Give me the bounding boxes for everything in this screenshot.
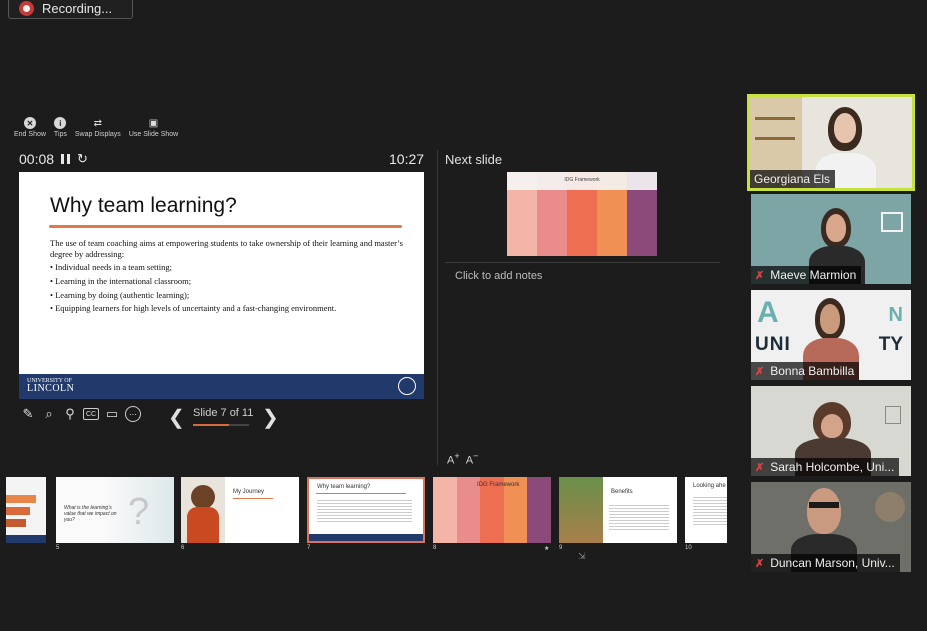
recording-indicator[interactable]: Recording... <box>8 0 133 19</box>
mouse-cursor-icon: ⇲ <box>578 551 586 561</box>
notes-font-controls: A+ A− <box>447 451 478 467</box>
participant-name: Georgiana Els <box>750 170 836 188</box>
slide-intro: The use of team coaching aims at empower… <box>50 238 403 259</box>
next-slide-label: Next slide <box>445 152 503 167</box>
slide-thumbnail[interactable] <box>6 477 46 543</box>
slide-indicator: Slide 7 of 11 <box>193 407 254 419</box>
participant-tile[interactable]: A N UNI TY ✗ Bonna Bambilla <box>751 290 911 380</box>
use-slide-show-button[interactable]: ▣ Use Slide Show <box>129 117 178 139</box>
next-slide-button[interactable]: ❯ <box>262 405 279 430</box>
bullet: Learning by doing (authentic learning); <box>50 290 405 301</box>
panel-divider[interactable] <box>437 150 438 465</box>
pause-icon[interactable] <box>61 154 71 164</box>
participant-name: ✗ Maeve Marmion <box>751 266 862 284</box>
slide-thumbnail-strip[interactable]: What is the learning’s value that we imp… <box>0 477 727 557</box>
more-options-icon[interactable]: ⋯ <box>125 406 141 422</box>
swap-icon: ⇄ <box>93 117 103 129</box>
slide-thumbnail-selected[interactable]: Why team learning? <box>307 477 425 543</box>
muted-icon: ✗ <box>755 269 765 282</box>
participant-name: ✗ Bonna Bambilla <box>751 362 860 380</box>
animation-star-icon: ★ <box>544 546 550 552</box>
increase-font-button[interactable]: A+ <box>447 451 460 467</box>
bullet: Equipping learners for high levels of un… <box>50 303 405 314</box>
slide-footer: UNIVERSITY OF LINCOLN <box>19 374 424 399</box>
muted-icon: ✗ <box>755 365 765 378</box>
title-underline <box>49 225 402 228</box>
slide-thumbnail[interactable]: My Journey <box>181 477 299 543</box>
next-slide-title: IDG Framework <box>564 177 600 183</box>
muted-icon: ✗ <box>755 461 765 474</box>
university-logo: UNIVERSITY OF LINCOLN <box>27 378 75 394</box>
elapsed-timer: 00:08 ↻ <box>19 151 88 167</box>
info-icon: i <box>54 117 67 129</box>
framework-column <box>527 477 551 543</box>
slide-thumbnail[interactable]: IDG Framework <box>433 477 551 543</box>
slideshow-icon: ▣ <box>148 117 159 129</box>
slide-thumbnail[interactable]: Looking ahe <box>685 477 727 543</box>
participant-tile[interactable]: ✗ Duncan Marson, Univ... <box>751 482 911 572</box>
muted-icon: ✗ <box>755 557 765 570</box>
current-slide: Why team learning? The use of team coach… <box>19 172 424 399</box>
recording-label: Recording... <box>42 0 113 16</box>
participant-name: ✗ Sarah Holcombe, Uni... <box>751 458 900 476</box>
presenter-toolbar: ✕ End Show i Tips ⇄ Swap Displays ▣ Use … <box>14 117 178 138</box>
decrease-font-button[interactable]: A− <box>466 451 479 467</box>
bullet: Individual needs in a team setting; <box>50 262 405 273</box>
elapsed-time: 00:08 <box>19 151 55 167</box>
participant-name: ✗ Duncan Marson, Univ... <box>751 554 900 572</box>
slide-progress <box>193 424 249 426</box>
next-slide-preview[interactable]: IDG Framework <box>507 172 657 256</box>
partner-logo <box>398 377 416 395</box>
end-show-button[interactable]: ✕ End Show <box>14 117 46 138</box>
notes-divider <box>445 262 720 263</box>
laser-pointer-icon[interactable]: ⚲ <box>62 406 78 422</box>
framework-column <box>433 477 457 543</box>
recording-icon <box>19 0 34 16</box>
subtitles-icon[interactable]: CC <box>83 408 99 420</box>
participant-tile[interactable]: Georgiana Els <box>747 94 915 191</box>
participant-tile[interactable]: ✗ Sarah Holcombe, Uni... <box>751 386 911 476</box>
slide-body: The use of team coaching aims at empower… <box>50 238 405 317</box>
zoom-icon[interactable]: ⌕ <box>41 406 57 422</box>
slide-tools: ✎ ⌕ ⚲ CC ▭ ⋯ <box>20 406 141 422</box>
slide-progress-fill <box>193 424 229 426</box>
camera-icon[interactable]: ▭ <box>104 406 120 422</box>
slide-bullets: Individual needs in a team setting; Lear… <box>50 262 405 314</box>
swap-displays-button[interactable]: ⇄ Swap Displays <box>75 117 121 139</box>
tips-button[interactable]: i Tips <box>54 117 67 138</box>
slide-thumbnail[interactable]: Benefits <box>559 477 677 543</box>
pen-icon[interactable]: ✎ <box>20 406 36 422</box>
current-time: 10:27 <box>389 151 425 167</box>
slide-title: Why team learning? <box>50 194 237 217</box>
slide-thumbnail[interactable]: What is the learning’s value that we imp… <box>56 477 174 543</box>
end-show-icon: ✕ <box>23 117 36 129</box>
speaker-notes[interactable]: Click to add notes <box>455 270 542 282</box>
restart-icon[interactable]: ↻ <box>77 151 88 167</box>
previous-slide-button[interactable]: ❮ <box>168 405 185 430</box>
participant-tile[interactable]: ✗ Maeve Marmion <box>751 194 911 284</box>
bullet: Learning in the international classroom; <box>50 276 405 287</box>
